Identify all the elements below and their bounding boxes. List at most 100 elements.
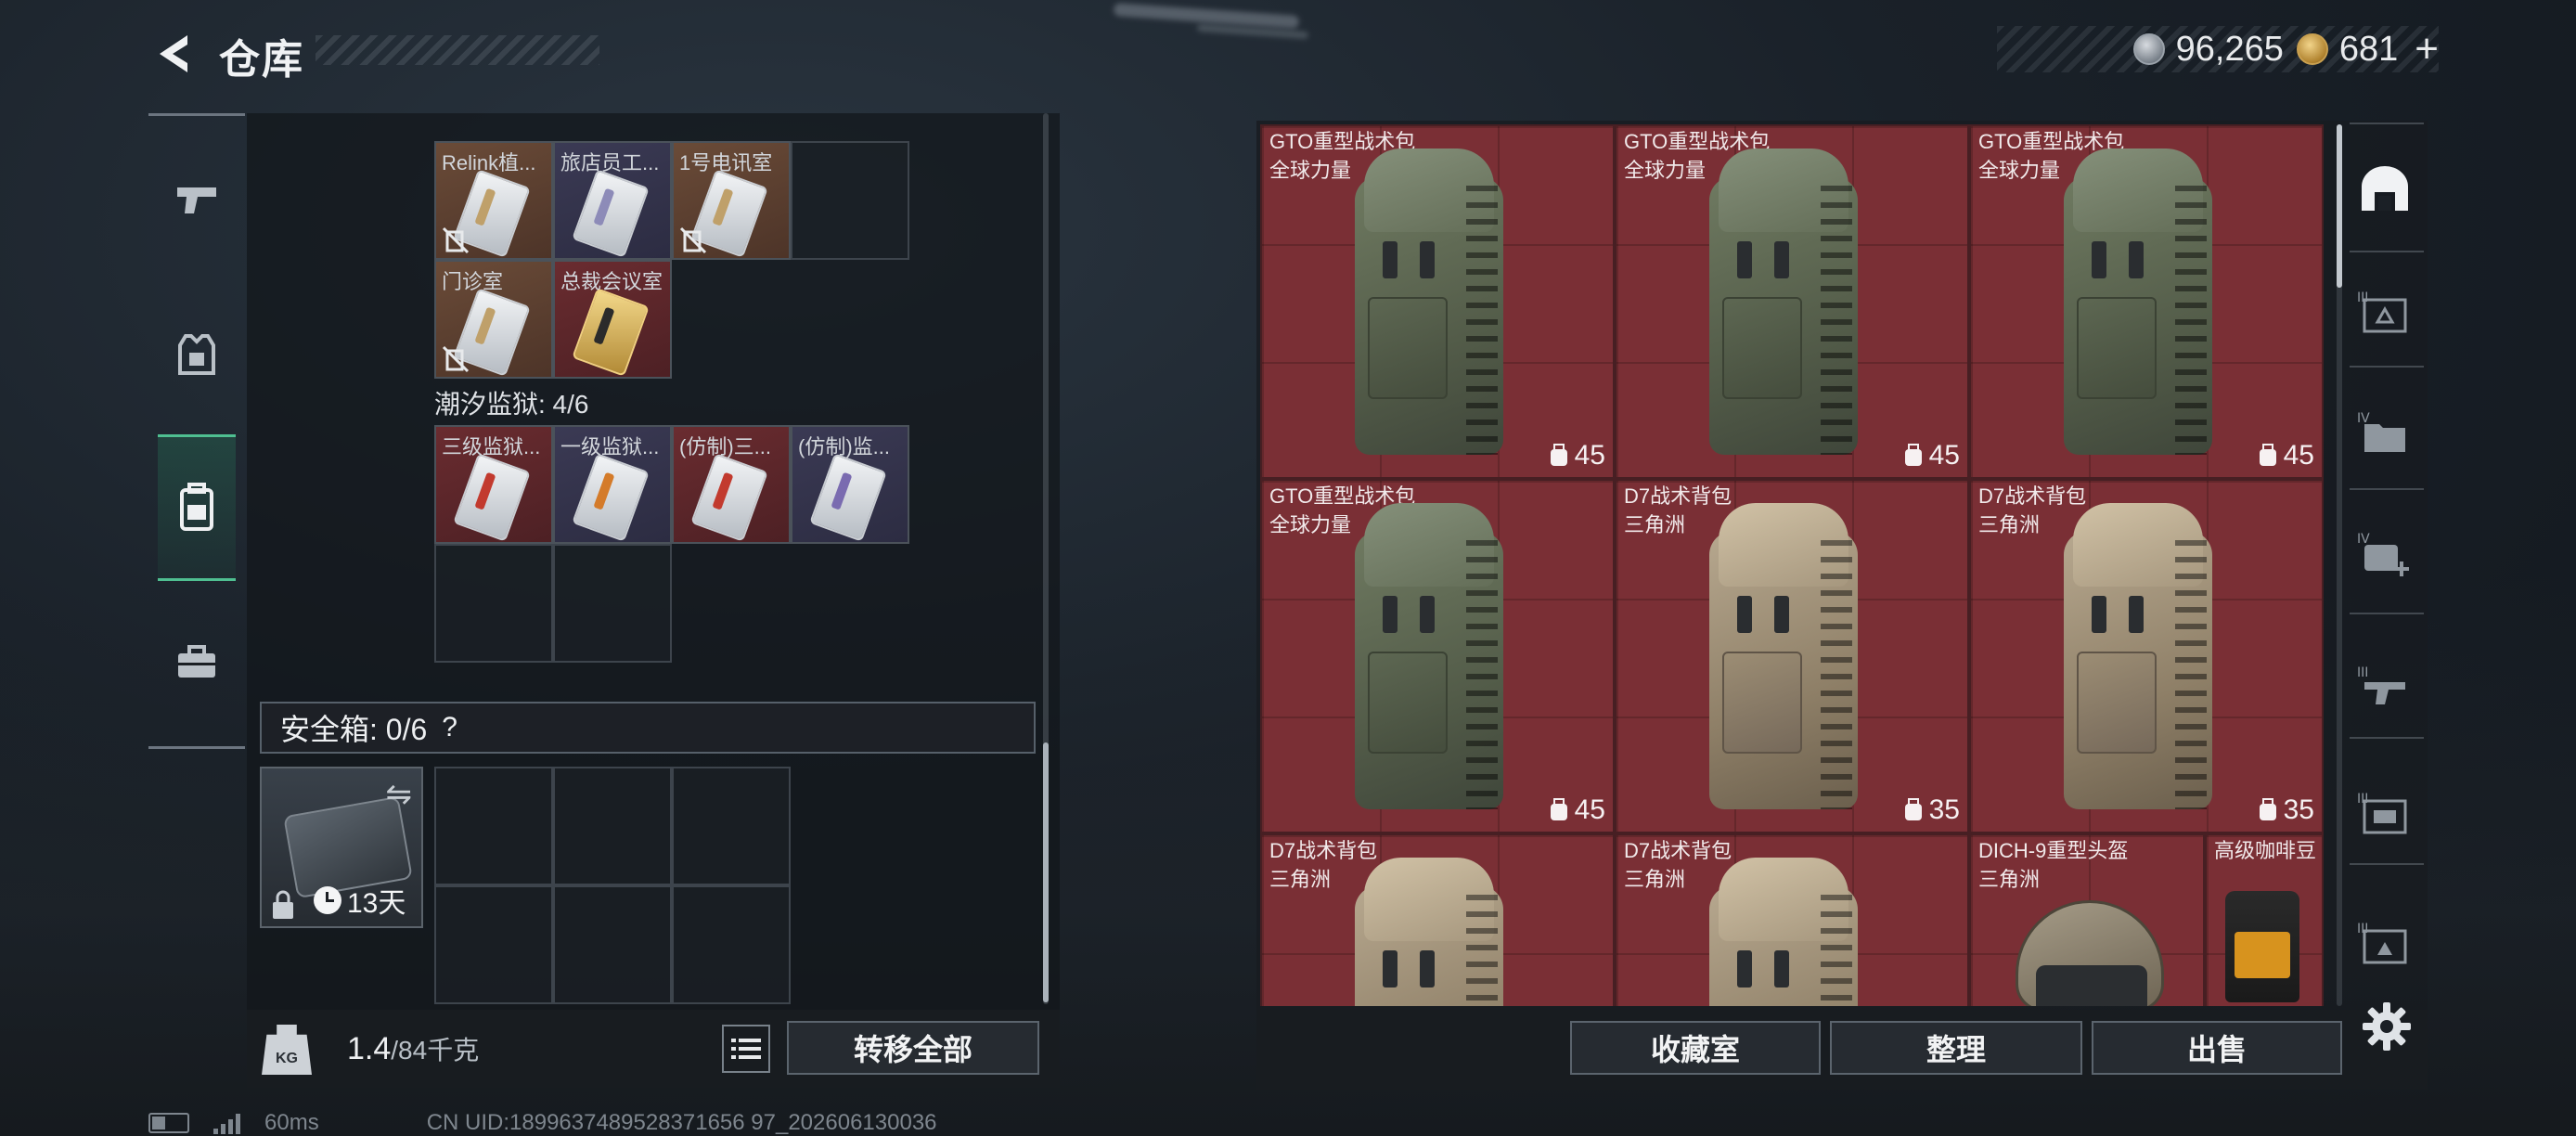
helmet-visor [2036, 965, 2147, 1006]
toolbox-icon [178, 645, 215, 678]
gold-currency[interactable]: 681 + [2296, 26, 2439, 72]
safe-slot[interactable] [672, 885, 791, 1004]
rail-tab-armor[interactable] [160, 317, 234, 392]
sell-button[interactable]: 出售 [2092, 1021, 2342, 1075]
swap-icon[interactable]: ⇋ [386, 776, 413, 813]
safe-slot[interactable] [553, 885, 672, 1004]
key-card[interactable]: 旅店员工... [553, 141, 672, 260]
inventory-grid: GTO重型战术包 全球力量 45 GTO重型战术包 全球力量 45 GTO重型战… [1260, 124, 2324, 1006]
safe-case-slot[interactable]: ⇋ 13天 [260, 767, 423, 928]
item-name: 高级咖啡豆 [2214, 839, 2317, 862]
safe-slot[interactable] [553, 767, 672, 885]
key-card[interactable]: (仿制)监... [791, 425, 909, 544]
organize-button[interactable]: 整理 [1830, 1021, 2082, 1075]
add-currency-button[interactable]: + [2415, 26, 2439, 72]
rail-tier-tab[interactable]: III [2357, 659, 2413, 715]
rail-tier-tab[interactable]: III [2357, 915, 2413, 971]
rail-divider [148, 746, 245, 749]
inventory-item[interactable]: GTO重型战术包 全球力量 45 [1260, 124, 1615, 479]
title-stripe [316, 35, 599, 65]
inventory-item[interactable]: D7战术背包 三角洲 35 [1969, 479, 2324, 833]
case-timer: 13天 [314, 880, 406, 921]
capacity-icon [2259, 444, 2276, 466]
transfer-all-button[interactable]: 转移全部 [787, 1021, 1039, 1075]
rail-divider [148, 113, 245, 116]
empty-slot[interactable] [553, 544, 672, 663]
rail-tab-tools[interactable] [160, 626, 234, 700]
rail-tab-backpack[interactable] [158, 434, 236, 581]
ping-text: 60ms [264, 1110, 319, 1135]
backpack-image [1355, 858, 1503, 1006]
capacity-badge: 45 [1903, 440, 1960, 471]
item-brand: 三角洲 [1978, 513, 2041, 536]
inventory-item[interactable]: DICH-9重型头盔 三角洲 [1969, 833, 2205, 1006]
key-card[interactable]: 1号电讯室 [672, 141, 791, 260]
clock-icon [314, 886, 341, 914]
key-card[interactable]: (仿制)三... [672, 425, 791, 544]
capacity-icon [2259, 798, 2276, 820]
unavailable-icon [442, 226, 470, 254]
page-title: 仓库 [219, 37, 304, 83]
safe-slot[interactable] [434, 885, 553, 1004]
status-bar: 60ms CN UID:1899637489528371656 97_20260… [148, 1110, 937, 1136]
inventory-item[interactable]: 高级咖啡豆 [2205, 833, 2324, 1006]
key-label: (仿制)监... [798, 435, 890, 458]
weight-current: 1.4 [347, 1031, 392, 1066]
rail-tier-tab[interactable]: IV [2357, 525, 2413, 581]
safe-slot[interactable] [672, 767, 791, 885]
key-card[interactable]: 门诊室 [434, 260, 553, 379]
svg-text:III: III [2357, 665, 2368, 680]
item-brand: 全球力量 [1624, 159, 1707, 182]
silver-amount: 96,265 [2175, 29, 2284, 69]
key-card[interactable]: Relink植... [434, 141, 553, 260]
list-view-button[interactable] [722, 1025, 770, 1073]
safe-slot[interactable] [434, 767, 553, 885]
backpack-image [1355, 148, 1503, 470]
inventory-item[interactable]: D7战术背包 三角洲 [1260, 833, 1615, 1006]
key-card[interactable]: 一级监狱... [553, 425, 672, 544]
rail-home-tab[interactable] [2357, 161, 2413, 217]
inventory-scrollbar-thumb[interactable] [2337, 124, 2342, 288]
rail-tier-tab[interactable]: III [2357, 785, 2413, 841]
backpack-image [1709, 858, 1858, 1006]
backpack-image [2064, 148, 2212, 470]
unavailable-icon [442, 345, 470, 373]
rail-tier-tab[interactable]: III [2357, 284, 2413, 340]
rail-divider [2350, 123, 2424, 124]
key-card[interactable]: 三级监狱... [434, 425, 553, 544]
capacity-icon [1550, 444, 1567, 466]
back-button[interactable] [147, 26, 202, 82]
key-label: 门诊室 [442, 270, 504, 293]
key-label: Relink植... [442, 151, 536, 174]
key-label: 1号电讯室 [679, 151, 773, 174]
backpack-image [2064, 503, 2212, 824]
backpack-image [1709, 148, 1858, 470]
inventory-item[interactable]: GTO重型战术包 全球力量 45 [1260, 479, 1615, 833]
item-name: DICH-9重型头盔 [1978, 839, 2129, 862]
unavailable-icon [679, 226, 707, 254]
capacity-badge: 45 [1549, 440, 1605, 471]
tier-iii-container-icon: III [2357, 290, 2407, 333]
tier-iv-medkit-icon: IV [2357, 532, 2409, 576]
item-brand: 三角洲 [1978, 868, 2041, 891]
rail-tier-tab[interactable]: IV [2357, 405, 2413, 460]
backpack-image [1355, 503, 1503, 824]
collection-room-button[interactable]: 收藏室 [1570, 1021, 1821, 1075]
back-arrow-icon [160, 35, 187, 72]
item-brand: 全球力量 [1978, 159, 2061, 182]
help-button[interactable]: ? [442, 712, 457, 743]
svg-text:III: III [2357, 922, 2368, 936]
tier-iv-folder-icon: IV [2357, 411, 2405, 452]
currency-bar: 96,265 681 + [1997, 26, 2439, 72]
inventory-item[interactable]: D7战术背包 三角洲 [1615, 833, 1969, 1006]
stash-scrollbar-thumb[interactable] [1043, 742, 1049, 1002]
capacity-icon [1904, 444, 1922, 466]
empty-slot[interactable] [791, 141, 909, 260]
empty-slot[interactable] [434, 544, 553, 663]
inventory-item[interactable]: D7战术背包 三角洲 35 [1615, 479, 1969, 833]
rail-tab-weapons[interactable] [160, 161, 234, 236]
settings-gear-icon[interactable] [2361, 1000, 2413, 1052]
inventory-item[interactable]: GTO重型战术包 全球力量 45 [1615, 124, 1969, 479]
inventory-item[interactable]: GTO重型战术包 全球力量 45 [1969, 124, 2324, 479]
key-card[interactable]: 总裁会议室 [553, 260, 672, 379]
